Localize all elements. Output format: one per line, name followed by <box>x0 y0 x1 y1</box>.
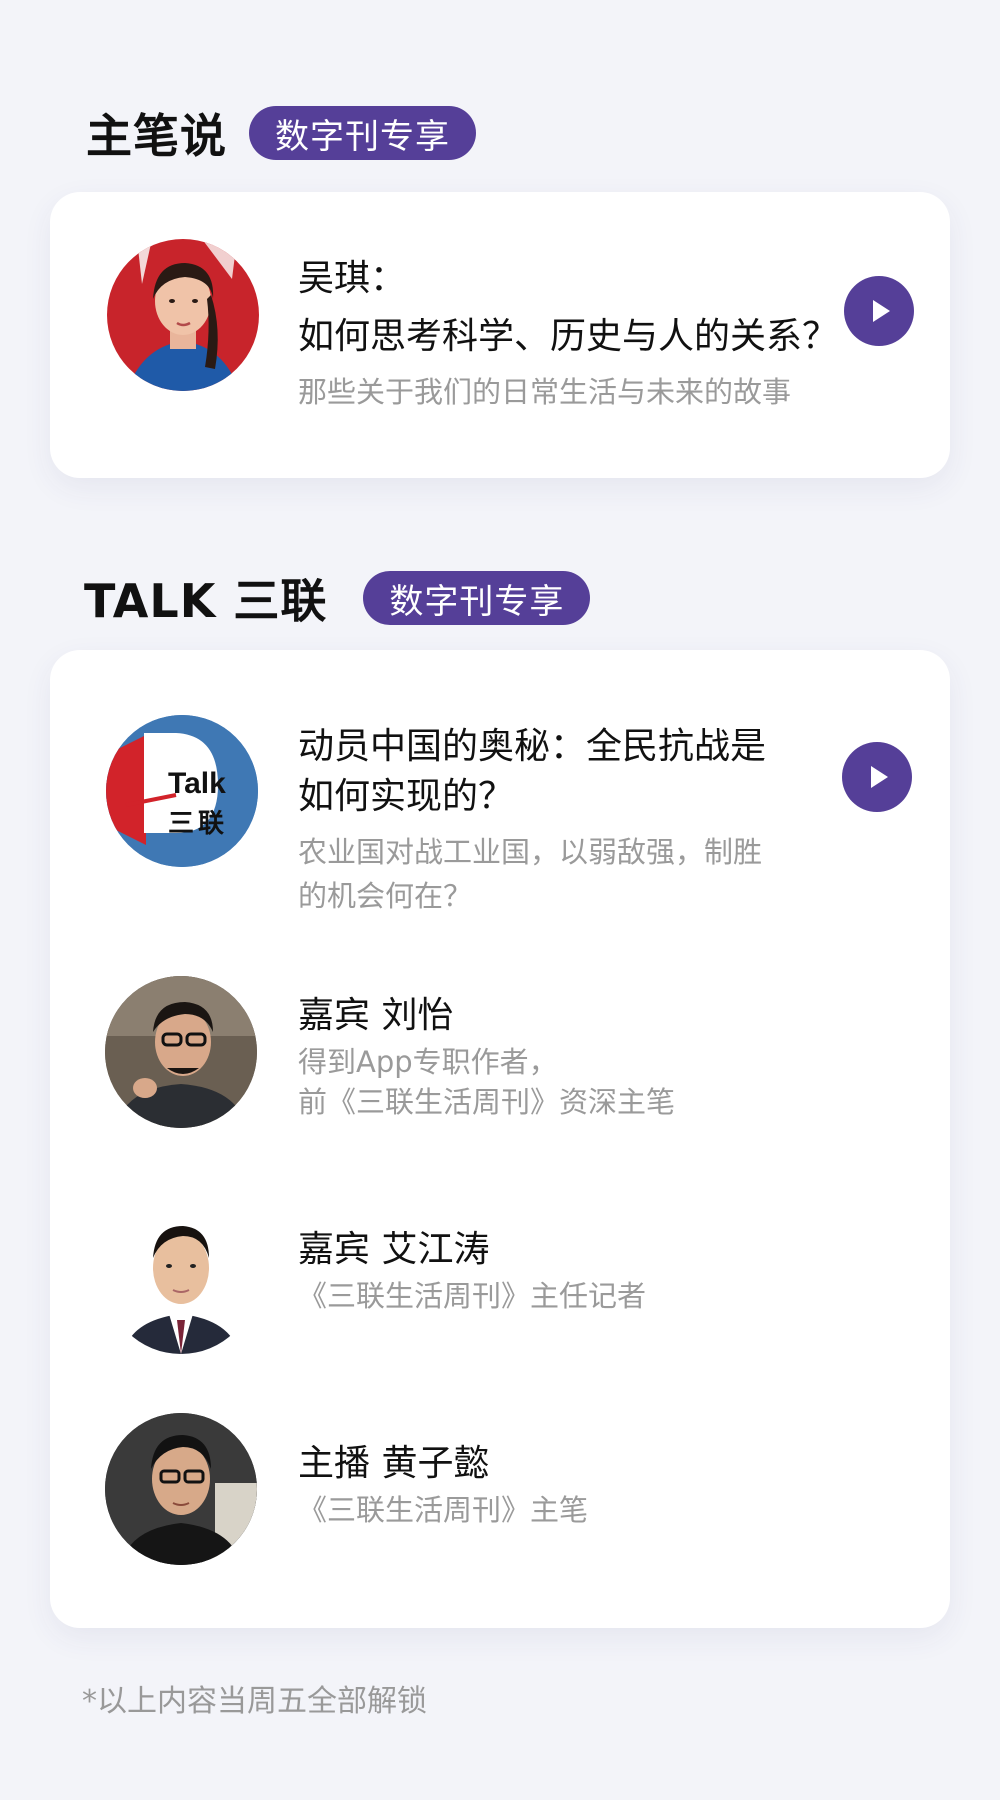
episode-subtitle-line1: 农业国对战工业国，以弱敌强，制胜 <box>298 835 763 869</box>
host-name: 主播 黄子懿 <box>298 1443 490 1484</box>
page: 主笔说 数字刊专享 吴琪： 如何思考科学、历史与人的关系？ 那些关于我们的日常生 <box>0 0 1000 1800</box>
play-icon <box>871 766 888 788</box>
section-header-talk: TALK 三联 数字刊专享 <box>84 565 591 631</box>
play-button[interactable] <box>842 742 912 812</box>
guest-avatar <box>105 1202 257 1354</box>
talk-logo-sanlian: 三联 <box>168 809 229 839</box>
guest-photo <box>105 1202 257 1354</box>
guest-avatar <box>105 976 257 1128</box>
guest-name: 嘉宾 艾江涛 <box>298 1229 490 1270</box>
guest-text: 嘉宾 艾江涛 《三联生活周刊》主任记者 <box>298 1224 646 1316</box>
host-desc-line1: 《三联生活周刊》主笔 <box>298 1493 589 1527</box>
column-title-line2: 如何思考科学、历史与人的关系？ <box>298 316 839 357</box>
digital-exclusive-badge: 数字刊专享 <box>249 106 476 160</box>
guest-photo <box>105 976 257 1128</box>
talk-logo-text: Talk <box>168 767 226 800</box>
column-subtitle: 那些关于我们的日常生活与未来的故事 <box>298 375 792 409</box>
author-photo <box>107 239 259 391</box>
unlock-footnote: *以上内容当周五全部解锁 <box>82 1684 427 1719</box>
guest-name: 嘉宾 刘怡 <box>298 995 454 1036</box>
talk-logo: Talk 三联 <box>106 715 258 867</box>
digital-exclusive-badge: 数字刊专享 <box>363 571 591 625</box>
column-card[interactable]: 吴琪： 如何思考科学、历史与人的关系？ 那些关于我们的日常生活与未来的故事 <box>50 192 950 478</box>
guest-desc-line1: 《三联生活周刊》主任记者 <box>298 1279 647 1313</box>
host-photo <box>105 1413 257 1565</box>
play-button[interactable] <box>844 276 914 346</box>
column-text: 吴琪： 如何思考科学、历史与人的关系？ 那些关于我们的日常生活与未来的故事 <box>298 250 838 414</box>
episode-title-line2: 如何实现的？ <box>298 776 515 817</box>
guest-desc-line2: 前《三联生活周刊》资深主笔 <box>298 1085 676 1119</box>
section-header-zhubishuo: 主笔说 数字刊专享 <box>86 100 476 166</box>
episode-text: 动员中国的奥秘：全民抗战是 如何实现的？ 农业国对战工业国，以弱敌强，制胜 的机… <box>298 722 766 918</box>
guest-desc-line1: 得到App专职作者， <box>298 1045 558 1079</box>
author-avatar <box>107 239 259 391</box>
host-text: 主播 黄子懿 《三联生活周刊》主笔 <box>298 1438 588 1530</box>
section-title: 主笔说 <box>86 109 227 163</box>
episode-title-line1: 动员中国的奥秘：全民抗战是 <box>298 726 767 767</box>
host-avatar <box>105 1413 257 1565</box>
talk-card: Talk 三联 动员中国的奥秘：全民抗战是 如何实现的？ 农业国对战工业国，以弱… <box>50 650 950 1628</box>
section-title: TALK 三联 <box>84 574 328 628</box>
play-icon <box>873 300 890 322</box>
guest-text: 嘉宾 刘怡 得到App专职作者， 前《三联生活周刊》资深主笔 <box>298 990 675 1122</box>
episode-subtitle-line2: 的机会何在？ <box>298 879 473 913</box>
column-title-line1: 吴琪： <box>298 258 407 299</box>
